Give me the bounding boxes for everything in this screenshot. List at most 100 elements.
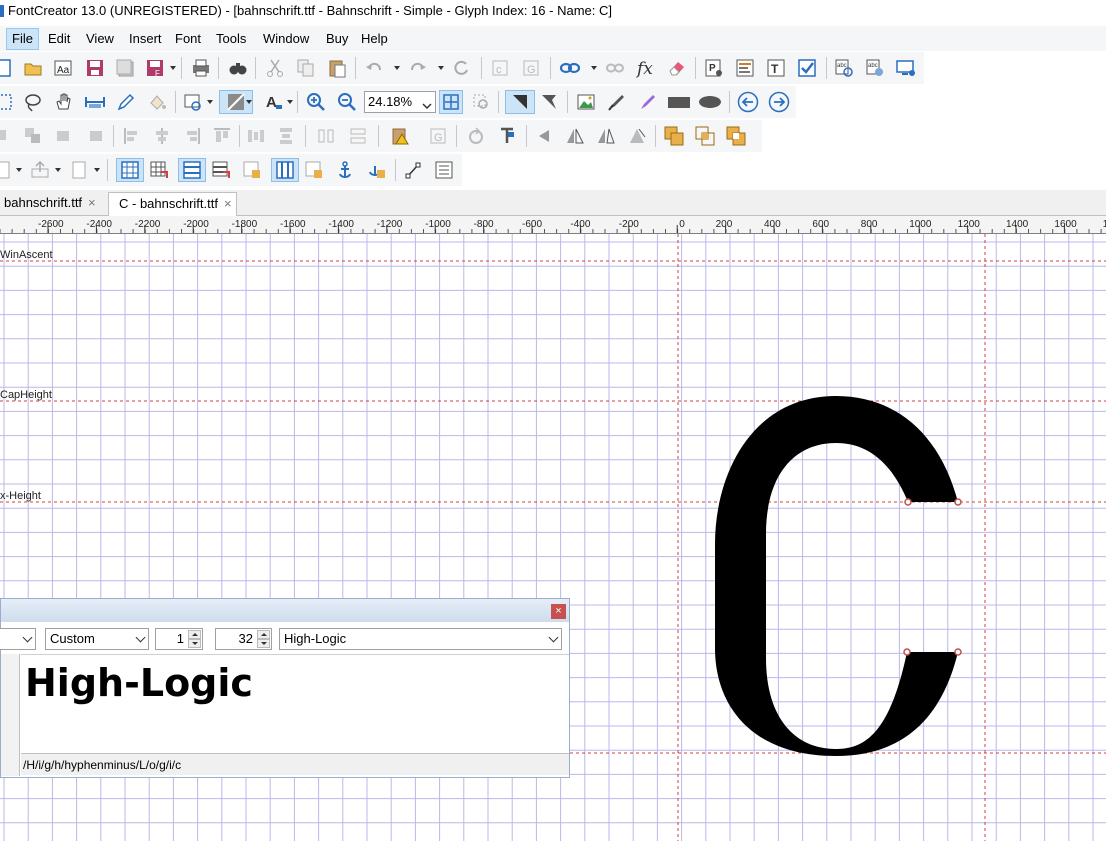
lock-metrics-icon[interactable] [240,158,264,182]
previous-glyph-icon[interactable] [736,90,760,114]
menu-help[interactable]: Help [356,29,393,49]
show-guidelines-icon[interactable] [271,158,299,182]
highlighter-icon[interactable] [636,90,660,114]
settings-list-icon[interactable] [733,56,757,80]
hand-pan-icon[interactable] [51,90,75,114]
eraser-icon[interactable] [665,56,689,80]
repeat-icon[interactable] [449,56,473,80]
align-icon[interactable] [0,124,16,148]
save-icon[interactable] [83,56,107,80]
flip-left-icon[interactable] [533,124,557,148]
skew-icon[interactable] [594,124,618,148]
anchor-icon[interactable] [333,158,357,182]
intersect-icon[interactable] [693,124,717,148]
redo-dropdown-icon[interactable] [438,66,444,70]
menu-window[interactable]: Window [258,29,314,49]
save-all-icon[interactable] [113,56,137,80]
outline-points[interactable] [903,498,962,656]
fill-mode-dropdown-icon[interactable] [246,100,252,104]
zoom-selection-icon[interactable] [469,90,493,114]
rectangle-shape-icon[interactable] [667,90,691,114]
install-font-icon[interactable] [894,56,918,80]
next-glyph-icon[interactable] [767,90,791,114]
point-size-stepper[interactable]: 32 [215,628,272,650]
zoom-in-icon[interactable] [304,90,328,114]
tab-glyph-c[interactable]: C - bahnschrift.ttf × [108,192,237,216]
preview-type-select[interactable] [0,628,36,650]
export-icon[interactable] [28,158,52,182]
preview-text-select[interactable]: High-Logic [279,628,562,650]
show-metrics-icon[interactable] [178,158,206,182]
close-tab-icon[interactable]: × [88,195,96,210]
spell-check-icon[interactable]: abc [832,56,856,80]
rectangle-select-icon[interactable] [0,90,16,114]
copy-icon[interactable] [294,56,318,80]
open-folder-icon[interactable] [21,56,45,80]
image-view-dropdown-icon[interactable] [207,100,213,104]
rotate-shape-icon[interactable] [625,124,649,148]
page-setup-icon[interactable] [68,158,92,182]
glyph-add-icon[interactable]: G [519,56,543,80]
ellipse-shape-icon[interactable] [698,90,722,114]
size-stepper[interactable]: 1 [155,628,203,650]
close-tab-icon[interactable]: × [224,196,232,211]
new-font-icon[interactable] [0,56,16,80]
zoom-level-select[interactable]: 24.18% [364,91,436,113]
distribute-v-icon[interactable] [274,124,298,148]
formula-icon[interactable]: fx [634,56,658,80]
menu-view[interactable]: View [81,29,119,49]
brush-tool-icon[interactable] [605,90,629,114]
open-font-icon[interactable]: Aa [51,56,75,80]
tab-font-overview[interactable]: bahnschrift.ttf × [0,192,100,214]
menu-tools[interactable]: Tools [211,29,251,49]
stepper-down-icon[interactable] [257,639,270,648]
preview-text-area[interactable]: High-Logic [21,654,569,753]
group-icon[interactable] [21,124,45,148]
stepper-down-icon[interactable] [188,639,201,648]
ungroup-icon[interactable] [53,124,77,148]
background-image-icon[interactable] [574,90,598,114]
same-width-icon[interactable] [314,124,338,148]
print-icon[interactable] [189,56,213,80]
zoom-out-icon[interactable] [335,90,359,114]
menu-buy[interactable]: Buy [321,29,353,49]
align-top-icon[interactable] [210,124,234,148]
stepper-up-icon[interactable] [188,630,201,639]
pen-tool-icon[interactable] [114,90,138,114]
vertical-metrics-icon[interactable] [495,124,519,148]
hinting-icon[interactable] [432,158,456,182]
align-center-icon[interactable] [150,124,174,148]
align-left-icon[interactable] [120,124,144,148]
undo-dropdown-icon[interactable] [394,66,400,70]
glyph-reference-icon[interactable]: G [426,124,450,148]
unlink-icon[interactable] [603,56,627,80]
stepper-up-icon[interactable] [257,630,270,639]
rotate-icon[interactable] [464,124,488,148]
preview-mode-select[interactable]: Custom [45,628,149,650]
pointer-select-icon[interactable] [505,90,535,114]
menu-insert[interactable]: Insert [124,29,167,49]
menu-edit[interactable]: Edit [43,29,75,49]
cut-icon[interactable] [263,56,287,80]
redo-icon[interactable] [406,56,430,80]
menu-font[interactable]: Font [170,29,206,49]
page-setup-dropdown-icon[interactable] [94,168,100,172]
union-icon[interactable] [662,124,686,148]
validate-check-icon[interactable] [795,56,819,80]
properties-icon[interactable]: P [702,56,726,80]
preview-title-bar[interactable]: × [1,599,569,622]
image-view-icon[interactable] [181,90,205,114]
text-tool-icon[interactable]: T [764,56,788,80]
same-height-icon[interactable] [346,124,370,148]
undo-icon[interactable] [362,56,386,80]
save-as-dropdown-icon[interactable] [170,66,176,70]
close-icon[interactable]: × [551,604,566,619]
web-preview-icon[interactable]: abc [863,56,887,80]
export-dropdown-icon[interactable] [55,168,61,172]
text-style-icon[interactable]: A [262,90,286,114]
distribute-h-icon[interactable] [244,124,268,148]
align-right-icon[interactable] [180,124,204,148]
save-as-icon[interactable]: F [143,56,167,80]
measure-ruler-icon[interactable] [83,90,107,114]
flip-horizontal-icon[interactable] [563,124,587,148]
